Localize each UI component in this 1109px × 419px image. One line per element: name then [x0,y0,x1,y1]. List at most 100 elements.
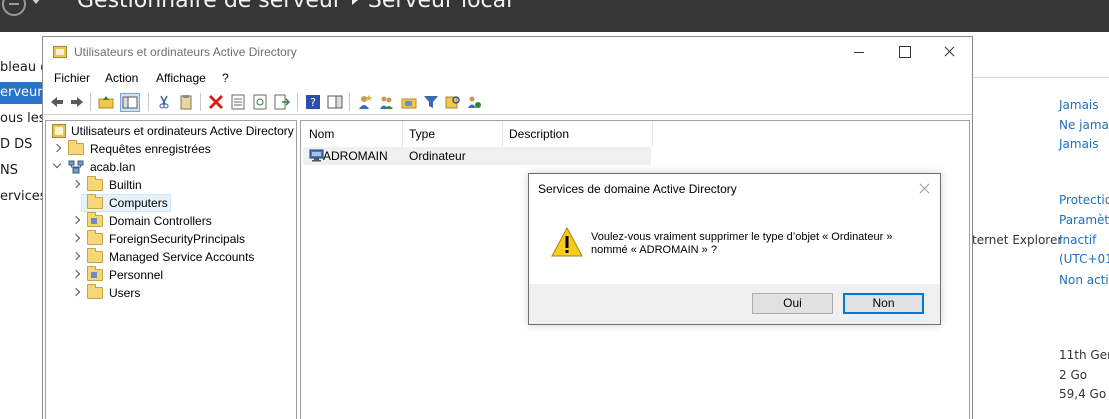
property-value[interactable]: (UTC+01: [1059,252,1109,266]
sidebar-item-all-servers[interactable]: ous les s [0,108,44,130]
toolbar-separator [349,93,350,111]
ou-folder-icon [87,266,103,281]
new-ou-icon[interactable] [401,94,417,110]
toolbar-separator [90,93,91,111]
ou-folder-icon [87,212,103,227]
tree-label: Builtin [109,178,142,192]
chevron-right-icon[interactable] [71,233,81,243]
folder-icon [87,230,103,245]
panel-divider [972,77,1109,78]
menu-affichage[interactable]: Affichage [156,71,206,85]
back-arrow-icon[interactable] [49,94,65,110]
menu-action[interactable]: Action [105,71,138,85]
new-group-icon[interactable] [379,94,395,110]
minimize-button[interactable] [836,37,882,67]
new-user-icon[interactable] [357,94,373,110]
show-hide-console-tree-icon[interactable] [120,93,140,112]
maximize-button[interactable] [881,37,927,67]
domain-icon [68,160,84,174]
action-pane-icon[interactable] [327,94,343,110]
column-header-description[interactable]: Description [503,121,653,147]
chevron-down-icon[interactable] [52,159,62,169]
property-value[interactable]: Jamais [1059,137,1099,151]
tree-label: Computers [109,196,168,210]
cell-name: ADROMAIN [323,149,388,163]
sidebar-item-file-services[interactable]: ervices d [0,186,44,208]
refresh-icon[interactable] [252,94,268,110]
list-row-adromain[interactable]: ADROMAIN Ordinateur [303,147,651,165]
menu-fichier[interactable]: Fichier [54,71,90,85]
tree-label: ForeignSecurityPrincipals [109,232,246,246]
delete-confirmation-dialog: Services de domaine Active Directory Vou… [528,173,941,325]
chevron-right-icon[interactable] [71,215,81,225]
property-value[interactable]: Non activ [1059,273,1109,287]
column-header-type[interactable]: Type [403,121,503,147]
dialog-button-bar: Oui Non [529,284,940,324]
export-list-icon[interactable] [274,94,290,110]
folder-icon [87,248,103,263]
add-to-group-icon[interactable] [467,94,483,110]
folder-icon [87,284,103,299]
property-value[interactable]: Paramètre [1059,213,1109,227]
chevron-right-icon[interactable] [71,179,81,189]
find-icon[interactable] [445,94,461,110]
breadcrumb-separator-icon [351,0,358,5]
menu-help[interactable]: ? [222,71,229,85]
chevron-right-icon[interactable] [71,251,81,261]
server-manager-breadcrumb: Gestionnaire de serveur Serveur local [77,0,512,13]
filter-icon[interactable] [423,94,439,110]
copy-icon[interactable] [178,94,194,110]
aduc-titlebar[interactable]: Utilisateurs et ordinateurs Active Direc… [43,37,972,67]
menu-bar: Fichier Action Affichage ? [43,67,972,89]
sidebar-item-local-server[interactable]: erveur lo [0,82,44,104]
tree-label: Users [109,286,141,300]
console-tree: Utilisateurs et ordinateurs Active Direc… [45,120,297,419]
property-value: 11th Gen [1059,348,1109,362]
cut-icon[interactable] [156,94,172,110]
property-value[interactable]: Ne jamais [1059,118,1109,132]
yes-button[interactable]: Oui [752,293,833,314]
properties-icon[interactable] [230,94,246,110]
folder-icon [87,176,103,191]
dialog-message-line: Voulez-vous vraiment supprimer le type d… [591,231,893,243]
tree-label: acab.lan [90,160,136,174]
server-manager-header: Gestionnaire de serveur Serveur local [0,0,1109,32]
toolbar-separator [148,93,149,111]
computer-icon [309,149,324,162]
tree-label: Personnel [109,268,164,282]
dialog-message: Voulez-vous vraiment supprimer le type d… [591,231,921,257]
chevron-right-icon[interactable] [71,287,81,297]
chevron-right-icon[interactable] [52,143,62,153]
property-value[interactable]: Inactif [1059,233,1096,247]
sidebar-item-ad-ds[interactable]: D DS [0,134,44,156]
column-header-name[interactable]: Nom [303,121,403,147]
delete-icon[interactable] [208,94,224,110]
property-value: 59,4 Go [1059,387,1107,401]
nav-dropdown-icon[interactable] [31,0,41,4]
dialog-message-line: nommé « ADROMAIN » ? [591,244,717,256]
tree-label: Managed Service Accounts [109,250,255,264]
property-value[interactable]: Jamais [1059,98,1099,112]
tree-label: Utilisateurs et ordinateurs Active Direc… [71,124,294,138]
cell-type: Ordinateur [409,149,466,163]
toolbar-separator [200,93,201,111]
up-folder-icon[interactable] [98,94,114,110]
property-value: 2 Go [1059,368,1088,382]
warning-icon [551,226,583,257]
dialog-close-button[interactable] [917,181,933,197]
chevron-right-icon[interactable] [71,269,81,279]
tree-label: Domain Controllers [109,214,212,228]
breadcrumb-root: Gestionnaire de serveur [77,0,342,13]
property-value[interactable]: Protection [1059,193,1109,207]
sidebar-item-dashboard[interactable]: bleau d [0,57,44,79]
aduc-app-icon [53,46,67,58]
tree-label: Requêtes enregistrées [90,142,211,156]
help-icon[interactable]: ? [305,94,321,110]
back-nav-icon[interactable] [2,0,26,16]
forward-arrow-icon[interactable] [69,94,85,110]
sidebar-item-dns[interactable]: NS [0,160,44,182]
aduc-root-icon [52,124,66,138]
no-button[interactable]: Non [843,293,924,314]
server-properties-panel: Jamais Ne jamais Jamais Protection Param… [972,32,1109,419]
close-window-button[interactable] [926,37,972,67]
